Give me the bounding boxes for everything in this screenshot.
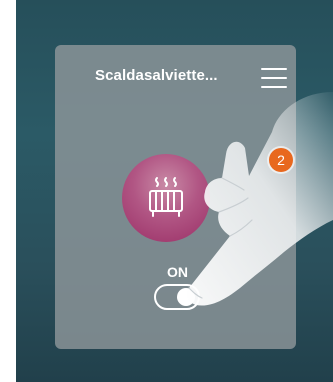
device-button[interactable] <box>122 154 210 242</box>
screen: Scaldasalviette... ON 2 <box>16 0 333 382</box>
device-card: Scaldasalviette... ON <box>55 45 296 349</box>
towel-warmer-icon <box>149 177 183 217</box>
step-number-badge: 2 <box>269 148 293 172</box>
toggle-knob <box>177 288 195 306</box>
hamburger-menu-icon[interactable] <box>261 67 287 89</box>
toggle-state-label: ON <box>167 264 188 280</box>
power-toggle[interactable] <box>154 284 200 310</box>
device-title: Scaldasalviette... <box>95 67 218 84</box>
